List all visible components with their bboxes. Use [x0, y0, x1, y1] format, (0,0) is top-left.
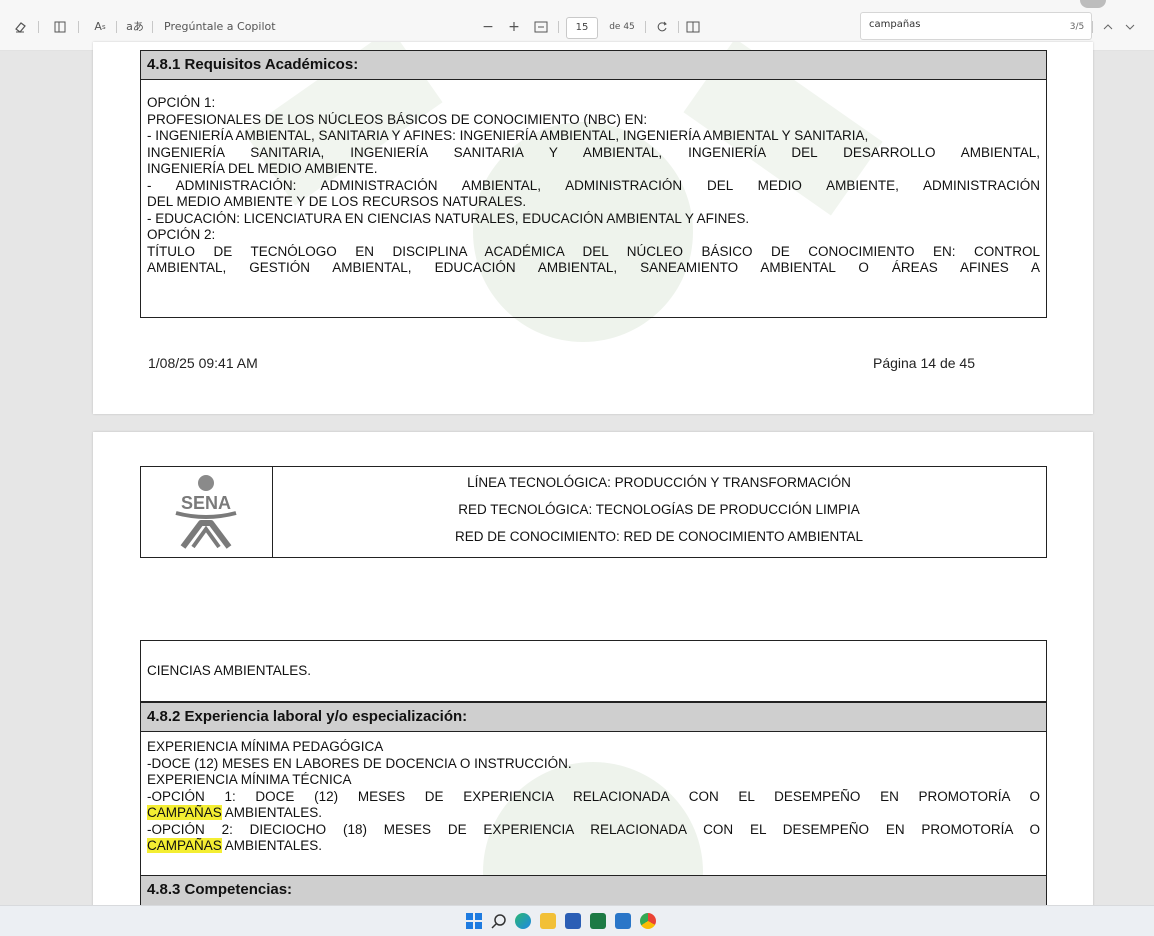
footer-page-number: Página 14 de 45 — [873, 355, 975, 371]
text-line: EXPERIENCIA MÍNIMA PEDAGÓGICA — [147, 739, 384, 754]
section-title: 4.8.2 Experiencia laboral y/o especializ… — [141, 703, 1046, 732]
rotate-icon[interactable] — [653, 18, 671, 36]
scroll-handle[interactable] — [1080, 0, 1106, 8]
header-line: LÍNEA TECNOLÓGICA: PRODUCCIÓN Y TRANSFOR… — [467, 475, 851, 490]
text-line: INGENIERÍA DEL MEDIO AMBIENTE. — [147, 161, 378, 176]
text-line: CAMPAÑAS AMBIENTALES. — [147, 838, 1040, 855]
text-line: - INGENIERÍA AMBIENTAL, SANITARIA Y AFIN… — [147, 128, 869, 143]
text-line: -OPCIÓN 2: DIECIOCHO (18) MESES DE EXPER… — [147, 821, 1040, 837]
word-icon[interactable] — [565, 913, 581, 929]
text-line: AMBIENTAL, GESTIÓN AMBIENTAL, EDUCACIÓN … — [147, 260, 1040, 275]
text-line: - ADMINISTRACIÓN: ADMINISTRACIÓN AMBIENT… — [147, 177, 1040, 193]
text-line: INGENIERÍA SANITARIA, INGENIERÍA SANITAR… — [147, 144, 1040, 160]
continuation-box: CIENCIAS AMBIENTALES. — [140, 640, 1047, 702]
search-count: 3/5 — [1069, 22, 1085, 32]
page-view-icon[interactable] — [50, 18, 70, 36]
text-line: -OPCIÓN 1: DOCE (12) MESES DE EXPERIENCI… — [147, 788, 1040, 804]
excel-icon[interactable] — [590, 913, 606, 929]
experiencia-text: EXPERIENCIA MÍNIMA PEDAGÓGICA -DOCE (12)… — [147, 739, 1040, 855]
requisitos-text: OPCIÓN 1: PROFESIONALES DE LOS NÚCLEOS B… — [147, 95, 1040, 277]
zoom-in-button[interactable]: + — [506, 18, 522, 36]
footer-date: 1/08/25 09:41 AM — [148, 355, 258, 371]
header-lines: LÍNEA TECNOLÓGICA: PRODUCCIÓN Y TRANSFOR… — [272, 467, 1046, 557]
fit-page-icon[interactable] — [532, 18, 550, 36]
chevron-up-icon[interactable] — [1100, 18, 1116, 36]
document-header: SENA LÍNEA TECNOLÓGICA: PRODUCCIÓN Y TRA… — [140, 466, 1047, 558]
edge-icon[interactable] — [515, 913, 531, 929]
section-title: 4.8.3 Competencias: — [141, 875, 1046, 907]
windows-taskbar — [0, 905, 1154, 936]
section-title: 4.8.1 Requisitos Académicos: — [141, 51, 1046, 80]
windows-start-icon[interactable] — [466, 913, 482, 929]
chrome-icon[interactable] — [640, 913, 656, 929]
chevron-down-icon[interactable] — [1122, 18, 1138, 36]
page-number-input[interactable]: 15 — [566, 17, 598, 39]
text-fragment: AMBIENTALES. — [221, 805, 323, 820]
text-line: PROFESIONALES DE LOS NÚCLEOS BÁSICOS DE … — [147, 111, 648, 127]
text-fragment: AMBIENTALES. — [221, 838, 323, 853]
search-highlight: CAMPAÑAS — [147, 838, 222, 853]
text-line: OPCIÓN 2: — [147, 227, 216, 242]
zoom-out-button[interactable]: − — [480, 18, 496, 36]
continuation-text: CIENCIAS AMBIENTALES. — [147, 663, 312, 678]
header-line: RED DE CONOCIMIENTO: RED DE CONOCIMIENTO… — [454, 529, 864, 544]
text-line: - EDUCACIÓN: LICENCIATURA EN CIENCIAS NA… — [147, 210, 750, 226]
search-highlight: CAMPAÑAS — [147, 805, 222, 820]
experiencia-box: 4.8.2 Experiencia laboral y/o especializ… — [140, 702, 1047, 908]
logo-text: SENA — [181, 493, 231, 513]
read-aloud-icon[interactable]: As — [90, 18, 110, 36]
search-icon[interactable] — [491, 913, 507, 929]
text-line: -DOCE (12) MESES EN LABORES DE DOCENCIA … — [147, 755, 572, 771]
header-line: RED TECNOLÓGICA: TECNOLOGÍAS DE PRODUCCI… — [458, 502, 860, 517]
two-page-icon[interactable] — [684, 18, 702, 36]
find-input[interactable]: campañas — [860, 12, 1092, 40]
text-line: TÍTULO DE TECNÓLOGO EN DISCIPLINA ACADÉM… — [147, 243, 1040, 259]
copilot-button[interactable]: Pregúntale a Copilot — [164, 18, 284, 36]
sena-logo: SENA — [141, 467, 273, 557]
translate-icon[interactable]: aあ — [124, 18, 146, 36]
text-line: OPCIÓN 1: — [147, 95, 216, 110]
file-explorer-icon[interactable] — [540, 913, 556, 929]
text-line: DEL MEDIO AMBIENTE Y DE LOS RECURSOS NAT… — [147, 194, 527, 209]
requisitos-box: 4.8.1 Requisitos Académicos: OPCIÓN 1: P… — [140, 50, 1047, 318]
eraser-icon[interactable] — [10, 18, 30, 36]
text-line: CAMPAÑAS AMBIENTALES. — [147, 805, 1040, 822]
outlook-icon[interactable] — [615, 913, 631, 929]
page-total-label: de 45 — [609, 22, 635, 32]
text-line: EXPERIENCIA MÍNIMA TÉCNICA — [147, 772, 352, 787]
